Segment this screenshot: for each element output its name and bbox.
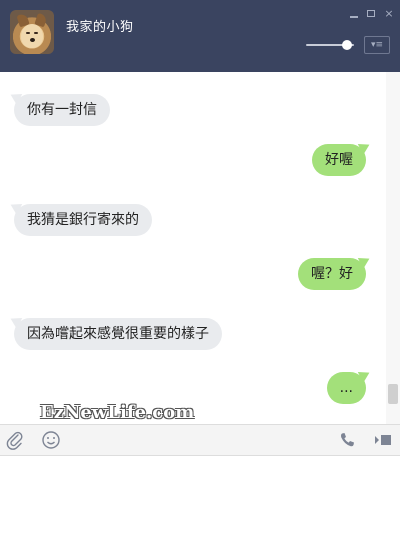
avatar-nose <box>30 38 35 42</box>
phone-icon[interactable] <box>336 429 358 451</box>
paperclip-icon[interactable] <box>4 429 26 451</box>
message-area: 你有一封信 好喔 我猜是銀行寄來的 喔？好 因為嚐起來感覺很重要的樣子 ... <box>0 72 400 424</box>
message-bubble-incoming: 我猜是銀行寄來的 <box>14 204 152 236</box>
volume-slider[interactable] <box>306 38 354 52</box>
close-button[interactable]: × <box>383 8 395 20</box>
video-icon[interactable] <box>372 429 394 451</box>
message-input[interactable] <box>0 456 400 546</box>
message-bubble-incoming: 因為嚐起來感覺很重要的樣子 <box>14 318 222 350</box>
avatar-eye-right <box>34 32 38 34</box>
emoji-icon[interactable] <box>40 429 62 451</box>
avatar[interactable] <box>10 10 54 54</box>
scrollbar-thumb[interactable] <box>388 384 398 404</box>
options-menu-button[interactable]: ▾≡ <box>364 36 390 54</box>
maximize-button[interactable] <box>366 8 378 20</box>
chat-scrollbar[interactable] <box>386 72 400 424</box>
avatar-eye-left <box>26 32 30 34</box>
avatar-face <box>21 24 43 48</box>
message-bubble-outgoing: 喔？好 <box>298 258 366 290</box>
message-bubble-incoming: 你有一封信 <box>14 94 110 126</box>
watermark-text: EzNewLife.com <box>40 402 195 423</box>
chat-title: 我家的小狗 <box>66 20 134 35</box>
message-bubble-outgoing: ... <box>326 372 366 404</box>
input-toolbar <box>0 424 400 456</box>
volume-slider-knob[interactable] <box>341 40 352 50</box>
message-bubble-outgoing: 好喔 <box>312 144 366 176</box>
minimize-button[interactable] <box>348 8 360 20</box>
chat-window: 我家的小狗 × ▾≡ 你有一封信 好喔 我猜是銀行寄來的 喔？好 因為嚐起來感覺… <box>0 0 400 546</box>
title-bar: 我家的小狗 × ▾≡ <box>0 0 400 72</box>
